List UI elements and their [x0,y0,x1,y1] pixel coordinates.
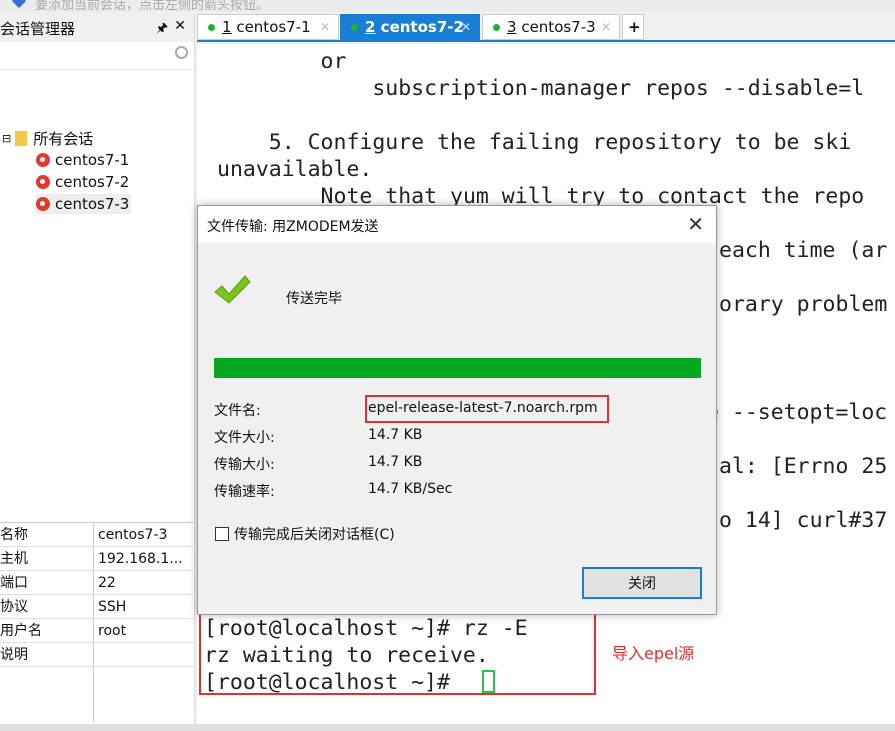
property-row: 用户名 root [0,619,194,643]
terminal-cursor [482,670,495,693]
session-item[interactable]: centos7-1 [36,150,129,170]
transfer-status: 传送完毕 [286,291,342,307]
close-button[interactable]: 关闭 [582,567,702,599]
session-label: centos7-1 [55,151,130,169]
pin-icon[interactable]: 🖈 [156,19,168,41]
property-row-empty [0,667,194,723]
connected-icon [493,23,500,31]
dialog-title: 文件传输: 用ZMODEM发送 [207,219,379,235]
terminal-line: orary problem [719,292,888,317]
terminal-line: or [217,49,347,74]
properties-table: 名称 centos7-3 主机 192.168.1... 端口 22 协议 SSH 用户… [0,522,194,723]
tab-centos7-3[interactable]: 3 centos7-3 ✕ [482,14,620,40]
zmodem-transfer-dialog: 文件传输: 用ZMODEM发送 ✕ 传送完毕 文件名: epel-release-l… [197,205,717,615]
terminal-line: each time (ar [719,238,888,263]
terminal-line: al: [Errno 25 [719,454,888,479]
checkbox[interactable] [215,527,229,541]
status-bar [0,724,895,731]
tab-label: centos7-2 [380,18,464,36]
checkmark-icon [214,275,251,304]
property-value: centos7-3 [98,526,168,543]
property-key: 说明 [0,643,94,666]
search-icon[interactable] [175,46,188,59]
session-label: centos7-3 [55,195,130,213]
property-value: 22 [98,574,116,591]
top-hint-bar: 要添加当前会话，点击左侧的箭头按钮。 [0,0,895,12]
connected-icon [208,23,215,31]
tab-label: centos7-1 [236,18,311,36]
hint-text: 要添加当前会话，点击左侧的箭头按钮。 [35,0,270,12]
field-label: 传输大小: [214,457,275,473]
session-icon [36,175,50,189]
close-after-transfer-checkbox[interactable]: 传输完成后关闭对话框(C) [215,524,395,544]
property-row: 主机 192.168.1... [0,547,194,571]
arrow-icon [11,0,27,9]
folder-icon [15,130,28,146]
terminal-line: unavailable. [217,157,373,182]
terminal-line: o 14] curl#37 [719,508,888,533]
property-key [0,667,94,723]
property-key: 名称 [0,523,94,546]
highlight-box [199,613,596,695]
field-label: 文件大小: [214,430,275,446]
dialog-titlebar: 文件传输: 用ZMODEM发送 ✕ [198,206,716,243]
property-value: 192.168.1... [98,550,183,567]
property-row: 名称 centos7-3 [0,523,194,547]
tree-root[interactable]: ⊟ 所有会话 [2,128,93,148]
field-value: 14.7 KB/Sec [368,481,453,497]
tab-number: 2 [365,18,376,36]
property-key: 主机 [0,547,94,570]
property-value: SSH [98,598,127,615]
tab-number: 3 [507,18,517,36]
tab-centos7-1[interactable]: 1 centos7-1 ✕ [197,14,339,40]
field-label: 文件名: [214,403,261,419]
session-search[interactable] [0,42,194,70]
tab-bar: 1 centos7-1 ✕ 2 centos7-2 ✕ 3 centos7-3 ✕ + [197,14,895,42]
plus-icon: + [628,18,641,36]
panel-title: 会话管理器 [0,19,76,38]
filename-highlight [365,395,609,423]
close-icon[interactable]: ✕ [174,18,186,34]
progress-fill [214,358,701,378]
close-tab-icon[interactable]: ✕ [320,20,330,34]
property-row: 协议 SSH [0,595,194,619]
property-key: 用户名 [0,619,94,642]
field-value: 14.7 KB [368,454,423,470]
tree-root-label: 所有会话 [33,129,94,148]
property-key: 协议 [0,595,94,618]
checkbox-label: 传输完成后关闭对话框(C) [234,527,395,543]
property-key: 端口 [0,571,94,594]
tab-centos7-2[interactable]: 2 centos7-2 ✕ [340,14,480,40]
session-icon [36,197,50,211]
tab-label: centos7-3 [521,18,596,36]
panel-header: 会话管理器 🖈 ✕ [0,14,194,42]
session-item-selected[interactable]: centos7-3 [36,194,132,214]
field-value: 14.7 KB [368,427,423,443]
terminal-line: subscription-manager repos --disable=l [217,76,865,101]
close-icon[interactable]: ✕ [687,212,704,236]
session-item[interactable]: centos7-2 [36,172,129,192]
progress-bar [214,358,701,378]
annotation-text: 导入epel源 [612,644,695,663]
collapse-icon[interactable]: ⊟ [2,132,11,145]
session-tree: ⊟ 所有会话 centos7-1 centos7-2 centos7-3 [0,70,194,450]
terminal-line: 5. Configure the failing repository to b… [217,130,852,155]
tab-number: 1 [222,18,232,36]
close-tab-icon[interactable]: ✕ [601,20,611,34]
new-tab-button[interactable]: + [622,14,644,40]
property-row: 端口 22 [0,571,194,595]
close-tab-icon[interactable]: ✕ [461,20,471,34]
terminal-line: e --setopt=loc [706,400,888,425]
property-row: 说明 [0,643,194,667]
session-label: centos7-2 [55,173,130,191]
session-manager-panel: 会话管理器 🖈 ✕ ⊟ 所有会话 centos7-1 centos7-2 cent… [0,14,195,725]
field-label: 传输速率: [214,484,275,500]
property-value: root [98,622,127,639]
session-icon [36,153,50,167]
connected-icon [351,23,358,31]
